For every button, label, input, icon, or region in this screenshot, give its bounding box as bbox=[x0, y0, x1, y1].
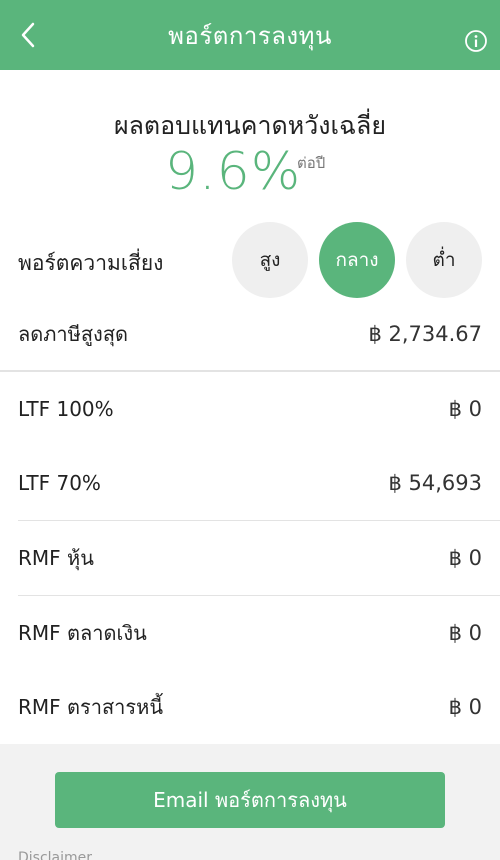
disclaimer-link[interactable]: Disclaimer bbox=[18, 850, 92, 860]
fund-label: RMF ตลาดเงิน bbox=[18, 621, 147, 645]
risk-option-high[interactable]: สูง bbox=[232, 222, 308, 298]
fund-row: RMF ตลาดเงิน ฿ 0 bbox=[0, 596, 500, 670]
risk-option-low[interactable]: ต่ำ bbox=[406, 222, 482, 298]
fund-row: RMF หุ้น ฿ 0 bbox=[0, 521, 500, 595]
fund-row: LTF 70% ฿ 54,693 bbox=[0, 446, 500, 520]
fund-row: RMF ตราสารหนี้ ฿ 0 bbox=[0, 670, 500, 744]
fund-value: ฿ 0 bbox=[448, 695, 482, 719]
fund-label: RMF หุ้น bbox=[18, 546, 94, 570]
back-button[interactable] bbox=[10, 17, 46, 53]
expected-return-unit: ต่อปี bbox=[297, 154, 326, 172]
tax-deduction-value: ฿ 2,734.67 bbox=[368, 322, 482, 346]
chevron-left-icon bbox=[21, 22, 35, 48]
tax-deduction-row: ลดภาษีสูงสุด ฿ 2,734.67 bbox=[0, 297, 500, 371]
fund-row: LTF 100% ฿ 0 bbox=[0, 372, 500, 446]
risk-option-medium[interactable]: กลาง bbox=[319, 222, 395, 298]
fund-label: LTF 70% bbox=[18, 471, 101, 495]
fund-label: LTF 100% bbox=[18, 397, 114, 421]
app-header: พอร์ตการลงทุน bbox=[0, 0, 500, 70]
expected-return-label: ผลตอบแทนคาดหวังเฉลี่ย bbox=[113, 111, 387, 140]
risk-label: พอร์ตความเสี่ยง bbox=[18, 251, 164, 275]
fund-value: ฿ 54,693 bbox=[388, 471, 482, 495]
tax-deduction-label: ลดภาษีสูงสุด bbox=[18, 322, 129, 346]
fund-value: ฿ 0 bbox=[448, 397, 482, 421]
fund-label: RMF ตราสารหนี้ bbox=[18, 695, 164, 719]
page-title: พอร์ตการลงทุน bbox=[168, 21, 332, 50]
fund-value: ฿ 0 bbox=[448, 546, 482, 570]
info-icon bbox=[465, 30, 487, 52]
email-portfolio-button[interactable]: Email พอร์ตการลงทุน bbox=[55, 772, 445, 828]
info-button[interactable] bbox=[464, 29, 488, 53]
fund-value: ฿ 0 bbox=[448, 621, 482, 645]
expected-return-value: 9.6% bbox=[165, 142, 302, 202]
